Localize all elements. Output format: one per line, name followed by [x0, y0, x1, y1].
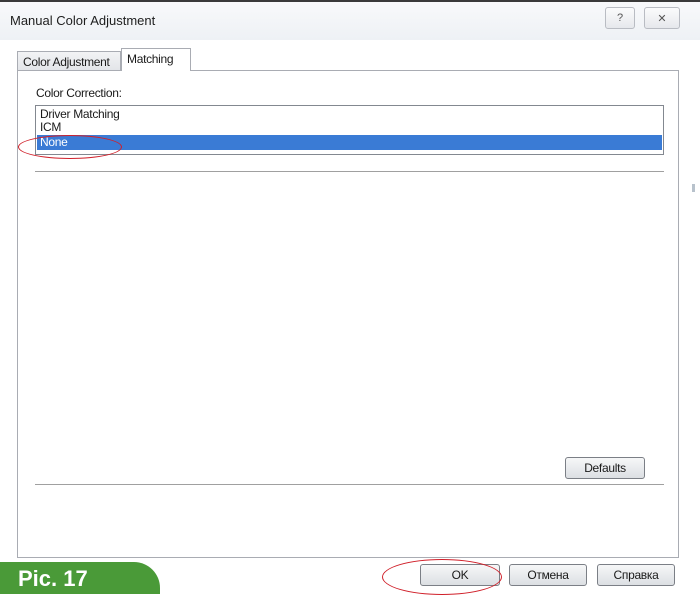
manual-color-adjustment-dialog: Manual Color Adjustment ? ✕ Color Adjust… [0, 0, 700, 595]
help-button[interactable]: Справка [597, 564, 675, 586]
color-correction-label: Color Correction: [36, 86, 122, 100]
list-item-none-selected[interactable]: None [37, 135, 662, 150]
ok-button[interactable]: OK [420, 564, 500, 586]
help-title-button[interactable]: ? [605, 7, 635, 29]
color-correction-listbox[interactable]: Driver Matching ICM None [35, 105, 664, 155]
defaults-button[interactable]: Defaults [565, 457, 645, 479]
question-mark-icon: ? [616, 12, 624, 24]
figure-caption-label: Pic. 17 [0, 562, 160, 594]
close-icon: ✕ [657, 12, 667, 25]
close-title-button[interactable]: ✕ [644, 7, 680, 29]
title-bar: Manual Color Adjustment ? ✕ [0, 2, 700, 40]
list-item-icm[interactable]: ICM [37, 121, 662, 134]
tab-color-adjustment[interactable]: Color Adjustment [17, 51, 121, 70]
cancel-button[interactable]: Отмена [509, 564, 587, 586]
edge-mark [692, 184, 695, 192]
matching-tab-panel: Color Correction: Driver Matching ICM No… [17, 70, 679, 558]
list-item-driver-matching[interactable]: Driver Matching [37, 108, 662, 121]
divider-top [35, 171, 664, 173]
tab-matching[interactable]: Matching [121, 48, 191, 71]
window-title: Manual Color Adjustment [10, 13, 156, 28]
divider-bottom [35, 484, 664, 486]
